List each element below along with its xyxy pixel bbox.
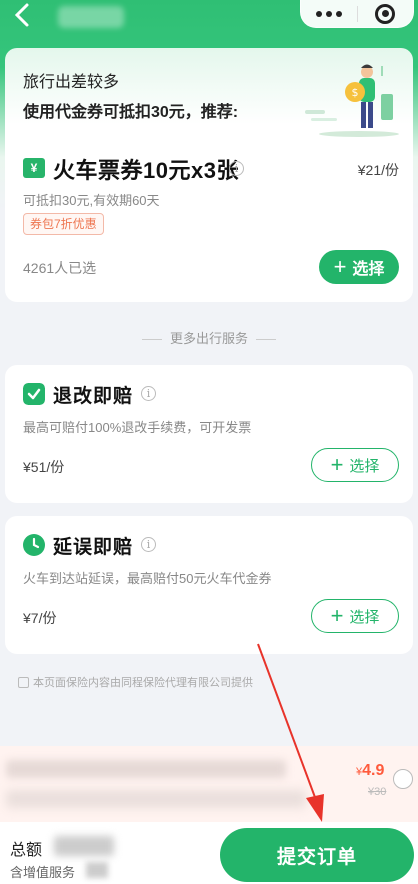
discount-badge: 券包7折优惠 [23,213,104,235]
blurred-detail [86,862,108,878]
ticket-description: 可抵扣30元,有效期60天 [23,193,160,208]
svg-text:$: $ [352,86,359,99]
service-title: 退改即赔 [53,386,134,407]
button-label: 选择 [352,261,385,278]
plus-icon: + [333,254,347,279]
section-divider-title: 更多出行服务 [0,328,418,347]
chevron-left-icon [14,3,29,27]
select-delay-button[interactable]: + 选择 [311,599,399,633]
selected-count: 4261人已选 [23,260,97,276]
close-circle-icon [375,3,396,24]
more-dots-icon [315,10,322,17]
addon-price: ¥4.9 [356,762,385,779]
insurance-footnote: 本页面保险内容由同程保险代理有限公司提供 [18,674,253,690]
plus-icon: + [330,452,344,477]
blurred-content [6,790,306,808]
service-description: 最高可赔付100%退改手续费，可开发票 [23,420,252,435]
blurred-content [6,760,286,778]
clock-icon [23,534,45,556]
voucher-card: 旅行出差较多 使用代金券可抵扣30元，推荐: $ ¥ 火车票券10元x3张 i … [5,48,413,302]
button-label: 选择 [349,457,380,475]
back-button[interactable] [8,2,36,34]
service-price: ¥7/份 [23,610,57,626]
info-icon[interactable]: i [141,537,156,552]
info-icon[interactable]: i [229,161,244,176]
select-refund-button[interactable]: + 选择 [311,448,399,482]
addon-strip: ¥4.9 ¥30 [0,746,418,822]
promo-title: 使用代金券可抵扣30元，推荐: [23,104,239,121]
ticket-title: 火车票券10元x3张 [53,158,239,183]
submit-order-button[interactable]: 提交订单 [220,828,414,882]
button-label: 选择 [349,608,380,626]
shield-icon [18,676,29,688]
service-card-refund: 退改即赔 i 最高可赔付100%退改手续费，可开发票 ¥51/份 + 选择 [5,365,413,503]
blurred-title [58,6,124,28]
check-shield-icon [23,383,45,405]
addon-original-price: ¥30 [368,786,387,798]
service-title: 延误即赔 [53,537,134,558]
info-icon[interactable]: i [141,386,156,401]
bottom-bar: 总额 含增值服务 提交订单 [0,822,418,884]
blurred-total-amount [54,836,114,856]
ticket-icon: ¥ [23,158,45,178]
total-label: 总额 [10,842,43,859]
footnote-text: 本页面保险内容由同程保险代理有限公司提供 [33,677,253,689]
service-description: 火车到达站延误，最高赔付50元火车代金券 [23,571,272,586]
traveler-illustration-icon: $ [305,64,399,137]
promo-subtitle: 旅行出差较多 [23,74,120,91]
more-button[interactable] [301,0,357,27]
value-added-label: 含增值服务 [10,865,76,880]
close-button[interactable] [357,0,413,27]
service-card-delay: 延误即赔 i 火车到达站延误，最高赔付50元火车代金券 ¥7/份 + 选择 [5,516,413,654]
addon-radio[interactable] [393,769,413,789]
select-ticket-button[interactable]: + 选择 [319,250,399,284]
plus-icon: + [330,603,344,628]
service-price: ¥51/份 [23,459,65,475]
ticket-price: ¥21/份 [357,162,399,178]
mini-program-capsule [300,0,414,28]
